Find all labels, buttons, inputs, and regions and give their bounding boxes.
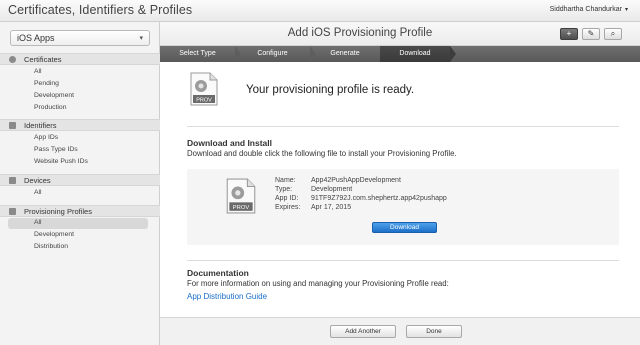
prov-label: PROV [196,98,212,104]
step-separator-icon [450,46,456,62]
sidebar: iOS Apps ▾ Certificates All Pending Deve… [0,22,160,345]
expires-label: Expires: [275,204,301,211]
page-title: Add iOS Provisioning Profile [287,27,433,39]
sidebar-item-devices-all[interactable]: All [8,188,148,199]
step-select-type: Select Type [179,50,216,57]
id-icon [9,122,16,129]
ready-message: Your provisioning profile is ready. [246,84,415,96]
sidebar-section-label: Devices [24,176,51,185]
sidebar-section-devices[interactable]: Devices [0,174,160,186]
sidebar-item-app-ids[interactable]: App IDs [8,133,148,144]
sidebar-item-certificates-production[interactable]: Production [8,103,148,114]
sidebar-item-profiles-all[interactable]: All [8,218,148,229]
device-icon [9,177,16,184]
divider [187,126,619,127]
app-id-label: App ID: [275,195,299,202]
search-icon[interactable]: ⌕ [604,28,622,40]
profile-name: App42PushAppDevelopment [311,177,401,184]
download-heading: Download and Install [187,138,273,148]
top-bar: Certificates, Identifiers & Profiles Sid… [0,0,640,22]
sidebar-item-label: App IDs [34,134,59,141]
chevron-down-icon: ▾ [624,7,628,13]
plus-icon[interactable]: + [560,28,578,40]
edit-icon[interactable]: ✎ [582,28,600,40]
sidebar-item-label: Production [34,104,67,111]
sidebar-item-label: All [34,189,42,196]
user-name: Siddhartha Chandurkar [549,6,622,13]
certificate-icon [9,56,16,63]
footer-bar: Add Another Done [160,317,640,345]
profile-card: PROV Name: App42PushAppDevelopment Type:… [187,169,619,245]
step-generate: Generate [330,50,360,57]
type-label: Type: [275,186,293,193]
sidebar-item-pass-type-ids[interactable]: Pass Type IDs [8,145,148,156]
sidebar-item-label: All [34,68,42,75]
step-download: Download [380,46,450,62]
sidebar-section-certificates[interactable]: Certificates [0,53,160,65]
sidebar-item-label: Development [34,92,75,99]
download-instruction: Download and double click the following … [187,149,457,158]
sidebar-item-website-push-ids[interactable]: Website Push IDs [8,157,148,168]
sidebar-section-identifiers[interactable]: Identifiers [0,119,160,131]
profile-icon [9,208,16,215]
sidebar-item-label: Development [34,231,75,238]
step-configure: Configure [257,50,288,57]
download-button[interactable]: Download [372,222,437,233]
chevron-down-icon: ▾ [139,35,143,42]
documentation-heading: Documentation [187,268,249,278]
platform-select-label: iOS Apps [17,33,55,43]
sidebar-item-label: Website Push IDs [34,158,88,165]
done-button[interactable]: Done [406,325,462,338]
wizard-steps: Select Type Configure Generate Download [160,46,640,62]
sidebar-item-label: Pass Type IDs [34,146,78,153]
sidebar-item-certificates-development[interactable]: Development [8,91,148,102]
prov-label: PROV [233,205,250,211]
profile-app-id: 91TF9Z792J.com.shephertz.app42pushapp [311,195,447,202]
app-title: Certificates, Identifiers & Profiles [8,3,193,17]
sidebar-item-certificates-all[interactable]: All [8,67,148,78]
divider [187,260,619,261]
name-label: Name: [275,177,296,184]
sidebar-item-profiles-development[interactable]: Development [8,230,148,241]
provisioning-profile-icon: PROV [226,178,256,214]
sidebar-section-label: Provisioning Profiles [24,207,92,216]
profile-expires: Apr 17, 2015 [311,204,352,211]
sidebar-section-provisioning-profiles[interactable]: Provisioning Profiles [0,205,160,217]
page-header: Add iOS Provisioning Profile + ✎ ⌕ [160,22,640,46]
sidebar-item-certificates-pending[interactable]: Pending [8,79,148,90]
provisioning-profile-icon: PROV [190,72,218,106]
main-panel: Add iOS Provisioning Profile + ✎ ⌕ Selec… [160,22,640,345]
sidebar-item-label: All [34,219,42,226]
sidebar-item-label: Pending [34,80,59,87]
documentation-text: For more information on using and managi… [187,279,449,288]
sidebar-item-profiles-distribution[interactable]: Distribution [8,242,148,253]
platform-select[interactable]: iOS Apps ▾ [10,30,150,46]
sidebar-section-label: Identifiers [24,121,57,130]
app-distribution-guide-link[interactable]: App Distribution Guide [187,292,267,301]
profile-type: Development [311,186,353,193]
user-menu[interactable]: Siddhartha Chandurkar ▾ [550,6,628,13]
sidebar-section-label: Certificates [24,55,62,64]
sidebar-item-label: Distribution [34,243,68,250]
add-another-button[interactable]: Add Another [330,325,396,338]
